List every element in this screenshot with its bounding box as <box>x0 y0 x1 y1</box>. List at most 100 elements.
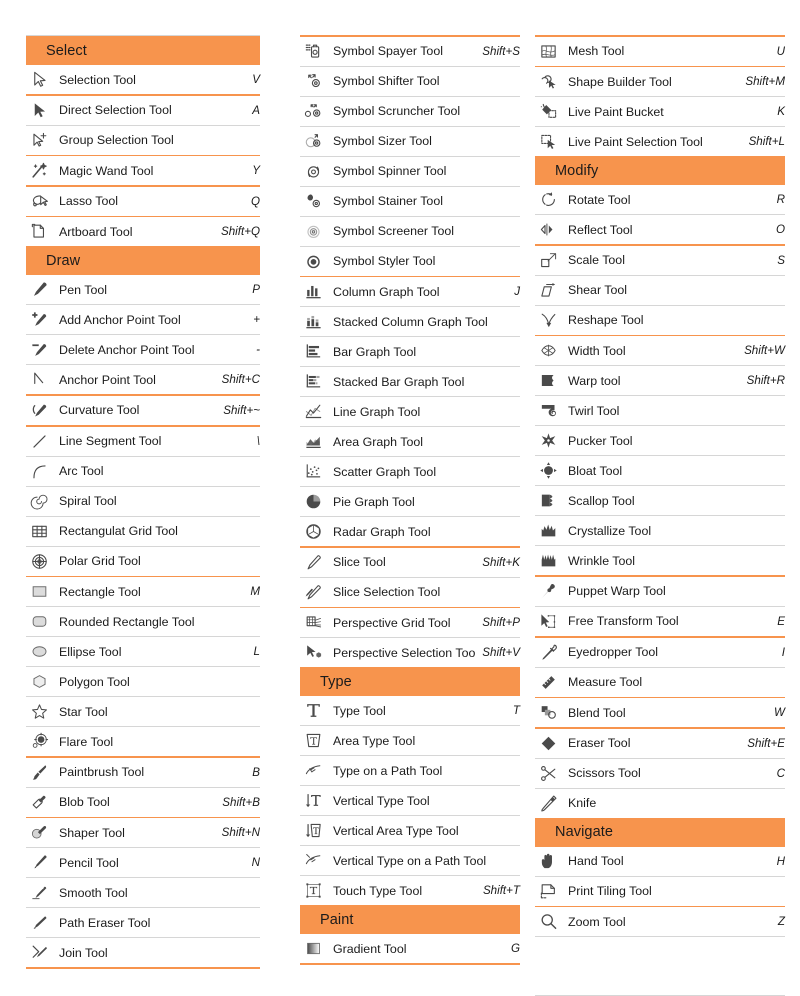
tool-row[interactable]: Direct Selection Tool A <box>26 96 260 125</box>
tool-row[interactable]: Artboard Tool Shift+Q <box>26 217 260 246</box>
tool-row[interactable]: Type on a Path Tool <box>300 756 520 785</box>
tool-row[interactable]: Symbol Spayer Tool Shift+S <box>300 37 520 66</box>
tool-row[interactable]: Eyedropper Tool I <box>535 638 785 667</box>
tool-row[interactable]: Line Segment Tool \ <box>26 427 260 456</box>
tool-row[interactable]: Symbol Scruncher Tool <box>300 97 520 126</box>
tool-row[interactable]: Curvature Tool Shift+~ <box>26 396 260 425</box>
tool-row[interactable]: Print Tiling Tool <box>535 877 785 906</box>
tool-row[interactable]: Puppet Warp Tool <box>535 577 785 606</box>
tool-row[interactable]: Blend Tool W <box>535 698 785 727</box>
tool-row[interactable]: Hand Tool H <box>535 847 785 876</box>
tool-shortcut: H <box>776 854 785 868</box>
tool-row[interactable]: Pen Tool P <box>26 275 260 304</box>
tool-row[interactable]: Star Tool <box>26 697 260 726</box>
tool-row[interactable]: Add Anchor Point Tool + <box>26 305 260 334</box>
tool-row[interactable]: Warp tool Shift+R <box>535 366 785 395</box>
tool-row[interactable]: Stacked Bar Graph Tool <box>300 367 520 396</box>
tool-row[interactable]: Bar Graph Tool <box>300 337 520 366</box>
tool-row[interactable]: Scale Tool S <box>535 246 785 275</box>
tool-row[interactable]: Shaper Tool Shift+N <box>26 818 260 847</box>
tool-row[interactable]: Pie Graph Tool <box>300 487 520 516</box>
tool-row[interactable]: Spiral Tool <box>26 487 260 516</box>
tool-row[interactable]: Symbol Screener Tool <box>300 217 520 246</box>
tool-row[interactable]: Polygon Tool <box>26 667 260 696</box>
tool-row[interactable]: Scatter Graph Tool <box>300 457 520 486</box>
tool-row[interactable]: Magic Wand Tool Y <box>26 156 260 185</box>
tool-row[interactable]: Rotate Tool R <box>535 185 785 214</box>
tool-row[interactable]: Slice Tool Shift+K <box>300 548 520 577</box>
tool-row[interactable]: Symbol Shifter Tool <box>300 67 520 96</box>
tool-row[interactable]: Reflect Tool O <box>535 215 785 244</box>
tool-row[interactable]: Bloat Tool <box>535 456 785 485</box>
tool-row[interactable]: Pucker Tool <box>535 426 785 455</box>
tool-row[interactable]: Shape Builder Tool Shift+M <box>535 67 785 96</box>
flare-icon <box>26 731 52 753</box>
tool-row[interactable]: Perspective Grid Tool Shift+P <box>300 608 520 637</box>
tool-row[interactable]: Gradient Tool G <box>300 934 520 963</box>
tool-row[interactable]: Width Tool Shift+W <box>535 336 785 365</box>
tool-row[interactable]: Paintbrush Tool B <box>26 758 260 787</box>
tool-row[interactable]: Measure Tool <box>535 668 785 697</box>
tool-shortcut: P <box>252 283 260 297</box>
tool-row[interactable]: Touch Type Tool Shift+T <box>300 876 520 905</box>
pucker-icon <box>535 430 561 452</box>
tool-row[interactable]: Perspective Selection Tool Shift+V <box>300 638 520 667</box>
tool-row[interactable]: Mesh Tool U <box>535 37 785 66</box>
tool-row[interactable]: Slice Selection Tool <box>300 578 520 607</box>
tool-row[interactable]: Group Selection Tool <box>26 126 260 155</box>
tool-row[interactable]: Live Paint Selection Tool Shift+L <box>535 127 785 156</box>
tool-row[interactable]: Stacked Column Graph Tool <box>300 307 520 336</box>
tool-row[interactable]: Rounded Rectangle Tool <box>26 607 260 636</box>
tool-name: Radar Graph Tool <box>333 524 431 539</box>
tool-row[interactable]: Reshape Tool <box>535 306 785 335</box>
tool-row[interactable]: Column Graph Tool J <box>300 277 520 306</box>
tool-row[interactable]: Free Transform Tool E <box>535 607 785 636</box>
tool-row[interactable]: Crystallize Tool <box>535 516 785 545</box>
tool-row[interactable]: Radar Graph Tool <box>300 517 520 546</box>
tool-row[interactable]: Zoom Tool Z <box>535 907 785 936</box>
tool-row[interactable]: Arc Tool <box>26 457 260 486</box>
tool-row[interactable]: Scissors Tool C <box>535 759 785 788</box>
section-header-label: Select <box>46 42 87 59</box>
tool-row[interactable]: Polar Grid Tool <box>26 547 260 576</box>
tool-row[interactable]: Selection Tool V <box>26 65 260 94</box>
crystallize-icon <box>535 520 561 542</box>
join-icon <box>26 942 52 964</box>
tool-row[interactable]: Eraser Tool Shift+E <box>535 729 785 758</box>
tool-row[interactable]: Knife <box>535 789 785 818</box>
rounded-rectangle-icon <box>26 611 52 633</box>
tool-row[interactable]: Symbol Sizer Tool <box>300 127 520 156</box>
tool-row[interactable]: Vertical Area Type Tool <box>300 816 520 845</box>
tool-row[interactable]: Twirl Tool <box>535 396 785 425</box>
tool-row[interactable]: Vertical Type on a Path Tool <box>300 846 520 875</box>
tool-row[interactable]: Area Graph Tool <box>300 427 520 456</box>
tool-row[interactable]: Live Paint Bucket K <box>535 97 785 126</box>
tool-row[interactable]: Shear Tool <box>535 276 785 305</box>
pencil-icon <box>26 852 52 874</box>
tool-row[interactable]: Pencil Tool N <box>26 848 260 877</box>
tool-row[interactable]: Symbol Spinner Tool <box>300 157 520 186</box>
tool-row[interactable]: Delete Anchor Point Tool - <box>26 335 260 364</box>
tool-row[interactable]: Lasso Tool Q <box>26 187 260 216</box>
tool-row[interactable]: Type Tool T <box>300 696 520 725</box>
tool-row[interactable]: Wrinkle Tool <box>535 546 785 575</box>
tool-row[interactable]: Line Graph Tool <box>300 397 520 426</box>
tool-row[interactable]: Symbol Stainer Tool <box>300 187 520 216</box>
tool-row[interactable]: Blob Tool Shift+B <box>26 788 260 817</box>
tool-row[interactable]: Scallop Tool <box>535 486 785 515</box>
tool-row[interactable]: Join Tool <box>26 938 260 967</box>
tool-row[interactable]: Vertical Type Tool <box>300 786 520 815</box>
tool-row[interactable]: Rectangle Tool M <box>26 577 260 606</box>
tool-row[interactable]: Ellipse Tool L <box>26 637 260 666</box>
tool-row[interactable]: Symbol Styler Tool <box>300 247 520 276</box>
tool-row[interactable]: Anchor Point Tool Shift+C <box>26 365 260 394</box>
tool-row[interactable]: Path Eraser Tool <box>26 908 260 937</box>
empty-row <box>535 966 785 995</box>
tool-row[interactable]: Smooth Tool <box>26 878 260 907</box>
tool-name: Pencil Tool <box>59 855 119 870</box>
tool-row[interactable]: Area Type Tool <box>300 726 520 755</box>
tool-row[interactable]: Rectangulat Grid Tool <box>26 517 260 546</box>
tool-name: Bar Graph Tool <box>333 344 417 359</box>
tool-row[interactable]: Flare Tool <box>26 727 260 756</box>
add-anchor-point-icon <box>26 309 52 331</box>
